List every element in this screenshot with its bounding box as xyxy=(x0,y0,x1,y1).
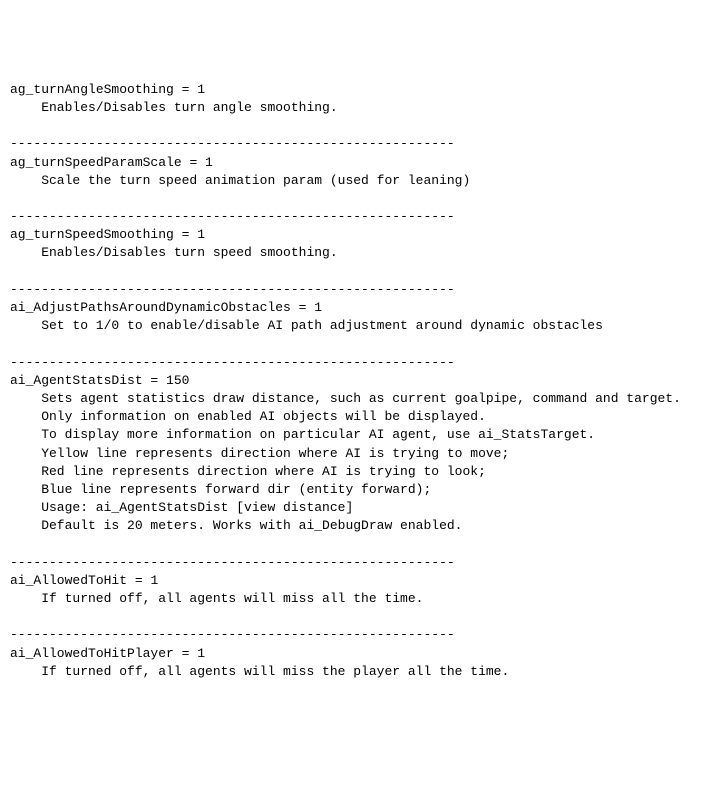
cvar-line: ag_turnSpeedParamScale = 1 xyxy=(10,154,704,172)
cvar-description-line: To display more information on particula… xyxy=(10,426,704,444)
blank-line xyxy=(10,263,704,281)
cvar-equals: = xyxy=(127,572,150,590)
cvar-value: 1 xyxy=(150,572,158,590)
cvar-value: 1 xyxy=(197,645,205,663)
cvar-line: ai_AgentStatsDist = 150 xyxy=(10,372,704,390)
blank-line xyxy=(10,335,704,353)
cvar-equals: = xyxy=(174,226,197,244)
separator: ----------------------------------------… xyxy=(10,208,704,226)
blank-line xyxy=(10,190,704,208)
cvar-name: ai_AdjustPathsAroundDynamicObstacles xyxy=(10,299,291,317)
separator: ----------------------------------------… xyxy=(10,281,704,299)
cvar-description-line: Only information on enabled AI objects w… xyxy=(10,408,704,426)
cvar-description-line: Sets agent statistics draw distance, suc… xyxy=(10,390,704,408)
cvar-name: ag_turnSpeedSmoothing xyxy=(10,226,174,244)
cvar-line: ai_AdjustPathsAroundDynamicObstacles = 1 xyxy=(10,299,704,317)
cvar-name: ag_turnSpeedParamScale xyxy=(10,154,182,172)
separator: ----------------------------------------… xyxy=(10,626,704,644)
cvar-description-line: Enables/Disables turn speed smoothing. xyxy=(10,244,704,262)
cvar-description-line: Enables/Disables turn angle smoothing. xyxy=(10,99,704,117)
cvar-name: ai_AgentStatsDist xyxy=(10,372,143,390)
cvar-equals: = xyxy=(143,372,166,390)
cvar-description-line: Yellow line represents direction where A… xyxy=(10,445,704,463)
cvar-description-line: Blue line represents forward dir (entity… xyxy=(10,481,704,499)
cvar-value: 1 xyxy=(205,154,213,172)
cvar-description-line: Red line represents direction where AI i… xyxy=(10,463,704,481)
cvar-description-line: Default is 20 meters. Works with ai_Debu… xyxy=(10,517,704,535)
blank-line xyxy=(10,117,704,135)
cvar-line: ai_AllowedToHit = 1 xyxy=(10,572,704,590)
cvar-value: 1 xyxy=(314,299,322,317)
separator: ----------------------------------------… xyxy=(10,135,704,153)
blank-line xyxy=(10,608,704,626)
cvar-line: ai_AllowedToHitPlayer = 1 xyxy=(10,645,704,663)
separator: ----------------------------------------… xyxy=(10,354,704,372)
cvar-description-line: If turned off, all agents will miss the … xyxy=(10,663,704,681)
cvar-equals: = xyxy=(174,81,197,99)
cvar-description-line: Scale the turn speed animation param (us… xyxy=(10,172,704,190)
cvar-description-line: Set to 1/0 to enable/disable AI path adj… xyxy=(10,317,704,335)
cvar-value: 150 xyxy=(166,372,189,390)
cvar-name: ai_AllowedToHitPlayer xyxy=(10,645,174,663)
cvar-equals: = xyxy=(291,299,314,317)
cvar-value: 1 xyxy=(197,226,205,244)
blank-line xyxy=(10,535,704,553)
cvar-list: ag_turnAngleSmoothing = 1Enables/Disable… xyxy=(10,81,704,699)
cvar-description-line: If turned off, all agents will miss all … xyxy=(10,590,704,608)
cvar-equals: = xyxy=(174,645,197,663)
cvar-name: ai_AllowedToHit xyxy=(10,572,127,590)
cvar-value: 1 xyxy=(197,81,205,99)
cvar-name: ag_turnAngleSmoothing xyxy=(10,81,174,99)
separator: ----------------------------------------… xyxy=(10,554,704,572)
cvar-line: ag_turnAngleSmoothing = 1 xyxy=(10,81,704,99)
cvar-line: ag_turnSpeedSmoothing = 1 xyxy=(10,226,704,244)
cvar-equals: = xyxy=(182,154,205,172)
cvar-description-line: Usage: ai_AgentStatsDist [view distance] xyxy=(10,499,704,517)
blank-line xyxy=(10,681,704,699)
